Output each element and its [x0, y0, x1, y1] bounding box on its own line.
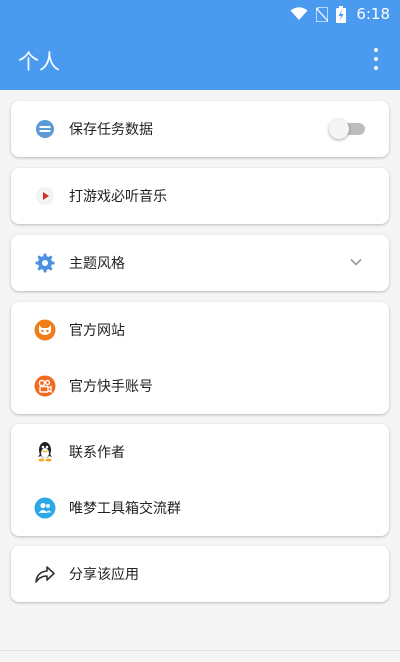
more-options-icon[interactable] — [368, 48, 384, 70]
website-row[interactable]: 官方网站 — [11, 302, 389, 358]
fox-logo-icon — [33, 318, 57, 342]
qq-penguin-icon — [33, 440, 57, 464]
save-task-row[interactable]: 保存任务数据 — [11, 101, 389, 157]
no-sim-icon — [316, 6, 329, 22]
gear-icon — [33, 251, 57, 275]
chevron-down-icon[interactable] — [349, 255, 363, 269]
card-save-task: 保存任务数据 — [11, 101, 389, 157]
app-bar: 6:18 个人 — [0, 0, 400, 90]
save-task-toggle[interactable] — [329, 119, 365, 139]
card-official: 官方网站 官方快手账号 — [11, 302, 389, 414]
kuaishou-row[interactable]: 官方快手账号 — [11, 358, 389, 414]
wifi-icon — [290, 7, 308, 20]
share-icon — [33, 562, 57, 586]
card-contact: 联系作者 唯梦工具箱交流群 — [11, 424, 389, 536]
website-label: 官方网站 — [69, 323, 125, 339]
battery-charging-icon — [336, 5, 347, 23]
save-task-label: 保存任务数据 — [69, 122, 153, 138]
contact-row[interactable]: 联系作者 — [11, 424, 389, 480]
kuaishou-logo-icon — [33, 374, 57, 398]
group-label: 唯梦工具箱交流群 — [69, 501, 181, 517]
page-title: 个人 — [18, 50, 60, 74]
music-row[interactable]: 打游戏必听音乐 — [11, 168, 389, 224]
status-time: 6:18 — [356, 5, 390, 23]
card-share: 分享该应用 — [11, 546, 389, 602]
music-label: 打游戏必听音乐 — [69, 189, 167, 205]
status-bar: 6:18 — [0, 0, 400, 28]
play-icon — [33, 184, 57, 208]
share-label: 分享该应用 — [69, 567, 139, 583]
group-row[interactable]: 唯梦工具箱交流群 — [11, 480, 389, 536]
bottom-divider — [0, 650, 400, 651]
card-music: 打游戏必听音乐 — [11, 168, 389, 224]
card-theme: 主题风格 — [11, 235, 389, 291]
share-row[interactable]: 分享该应用 — [11, 546, 389, 602]
group-icon — [33, 496, 57, 520]
contact-label: 联系作者 — [69, 445, 125, 461]
storage-icon — [33, 117, 57, 141]
theme-label: 主题风格 — [69, 256, 125, 272]
kuaishou-label: 官方快手账号 — [69, 379, 153, 395]
theme-row[interactable]: 主题风格 — [11, 235, 389, 291]
